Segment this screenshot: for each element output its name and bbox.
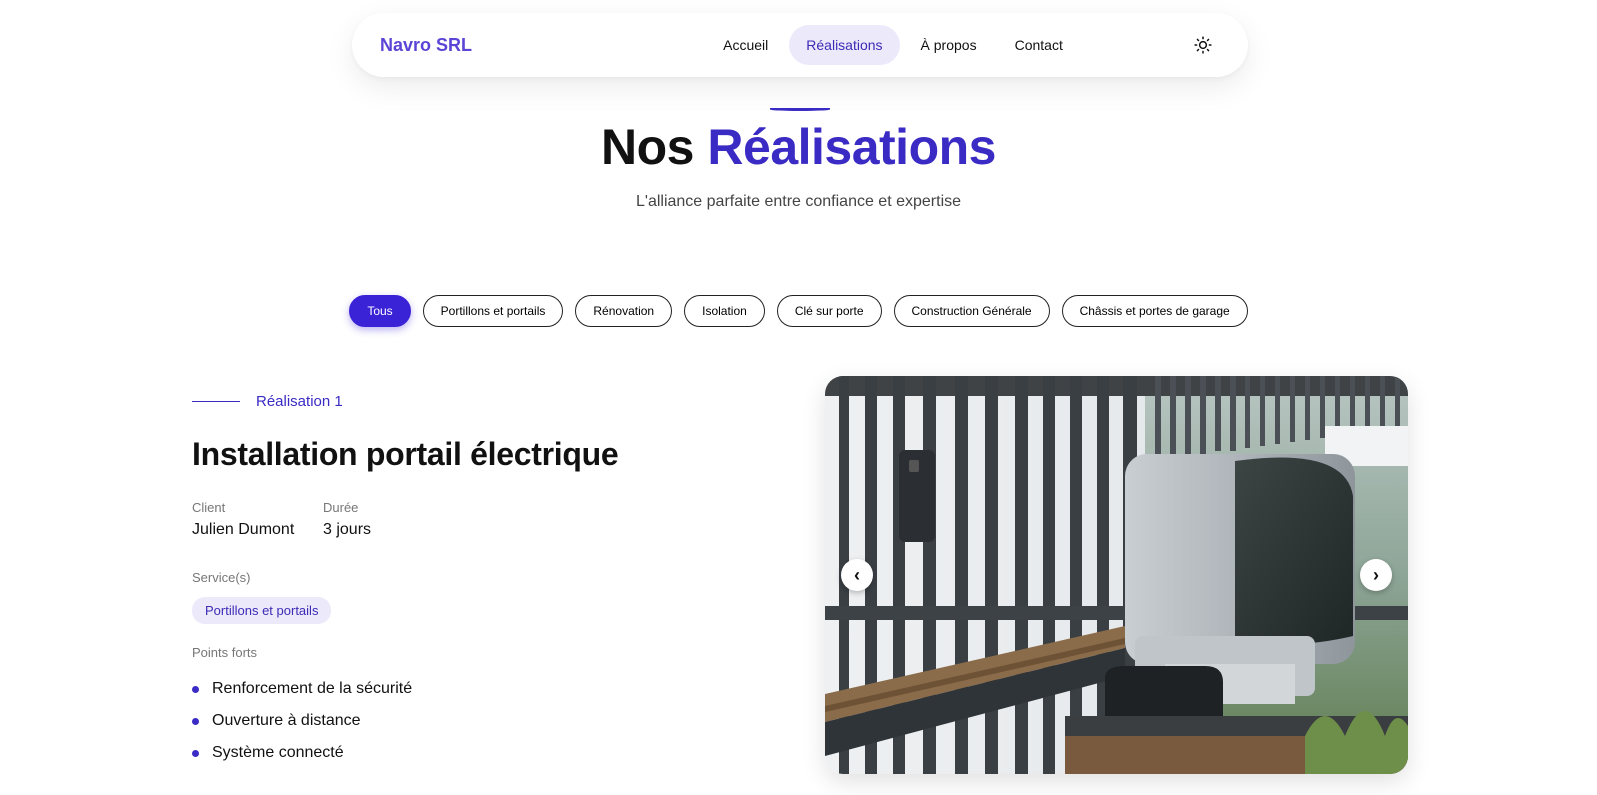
filter-isolation[interactable]: Isolation	[684, 295, 765, 327]
client-value: Julien Dumont	[192, 521, 295, 538]
bullet-icon	[192, 685, 199, 693]
sun-icon	[1194, 36, 1212, 54]
list-item: Ouverture à distance	[192, 705, 412, 737]
filter-cle-sur-porte[interactable]: Clé sur porte	[776, 295, 882, 327]
highlight-text: Renforcement de la sécurité	[212, 680, 413, 697]
filter-tous[interactable]: Tous	[349, 295, 411, 327]
page-title-accent: Réalisations	[707, 119, 996, 175]
points-label: Points forts	[192, 645, 258, 660]
client-label: Client	[192, 500, 226, 515]
hero-decoration-line	[770, 108, 830, 111]
navbar: Navro SRL Accueil Réalisations À propos …	[352, 13, 1248, 77]
service-badge[interactable]: Portillons et portails	[192, 597, 332, 624]
project-photo	[825, 376, 1408, 774]
list-item: Système connecté	[192, 737, 412, 769]
page-subtitle: L'alliance parfaite entre confiance et e…	[635, 193, 962, 210]
chevron-right-icon: ›	[1373, 564, 1379, 585]
filter-renovation[interactable]: Rénovation	[575, 295, 673, 327]
chevron-left-icon: ‹	[854, 564, 860, 585]
nav-link-realisations[interactable]: Réalisations	[789, 25, 900, 65]
nav-link-a-propos[interactable]: À propos	[904, 25, 994, 65]
highlights-list: Renforcement de la sécurité Ouverture à …	[192, 673, 412, 769]
theme-toggle-button[interactable]	[1186, 28, 1220, 62]
nav-link-accueil[interactable]: Accueil	[706, 25, 785, 65]
project-label-text: Réalisation 1	[256, 393, 343, 410]
carousel-prev-button[interactable]: ‹	[841, 559, 873, 591]
carousel-next-button[interactable]: ›	[1360, 559, 1392, 591]
nav-links: Accueil Réalisations À propos Contact	[600, 25, 1186, 65]
list-item: Renforcement de la sécurité	[192, 673, 412, 705]
services-label: Service(s)	[192, 570, 251, 585]
project-label: Réalisation 1	[192, 393, 343, 410]
project-client: Client Julien Dumont	[192, 500, 294, 539]
bullet-icon	[192, 749, 199, 757]
filter-construction-generale[interactable]: Construction Générale	[893, 295, 1050, 327]
nav-link-contact[interactable]: Contact	[998, 25, 1080, 65]
project-label-line	[192, 401, 240, 402]
filter-portillons-portails[interactable]: Portillons et portails	[422, 295, 564, 327]
project-image-carousel: ‹ ›	[825, 376, 1408, 774]
bullet-icon	[192, 717, 199, 725]
duration-label: Durée	[323, 500, 359, 515]
highlight-text: Système connecté	[212, 744, 344, 761]
filter-chassis-portes-garage[interactable]: Châssis et portes de garage	[1061, 295, 1248, 327]
project-duration: Durée 3 jours	[323, 500, 371, 539]
project-title: Installation portail électrique	[192, 436, 619, 472]
page-title-plain: Nos	[601, 119, 694, 175]
duration-value: 3 jours	[323, 521, 372, 538]
page-title: Nos Réalisations	[0, 118, 1597, 176]
category-filters: Tous Portillons et portails Rénovation I…	[0, 295, 1597, 327]
highlight-text: Ouverture à distance	[212, 712, 361, 729]
